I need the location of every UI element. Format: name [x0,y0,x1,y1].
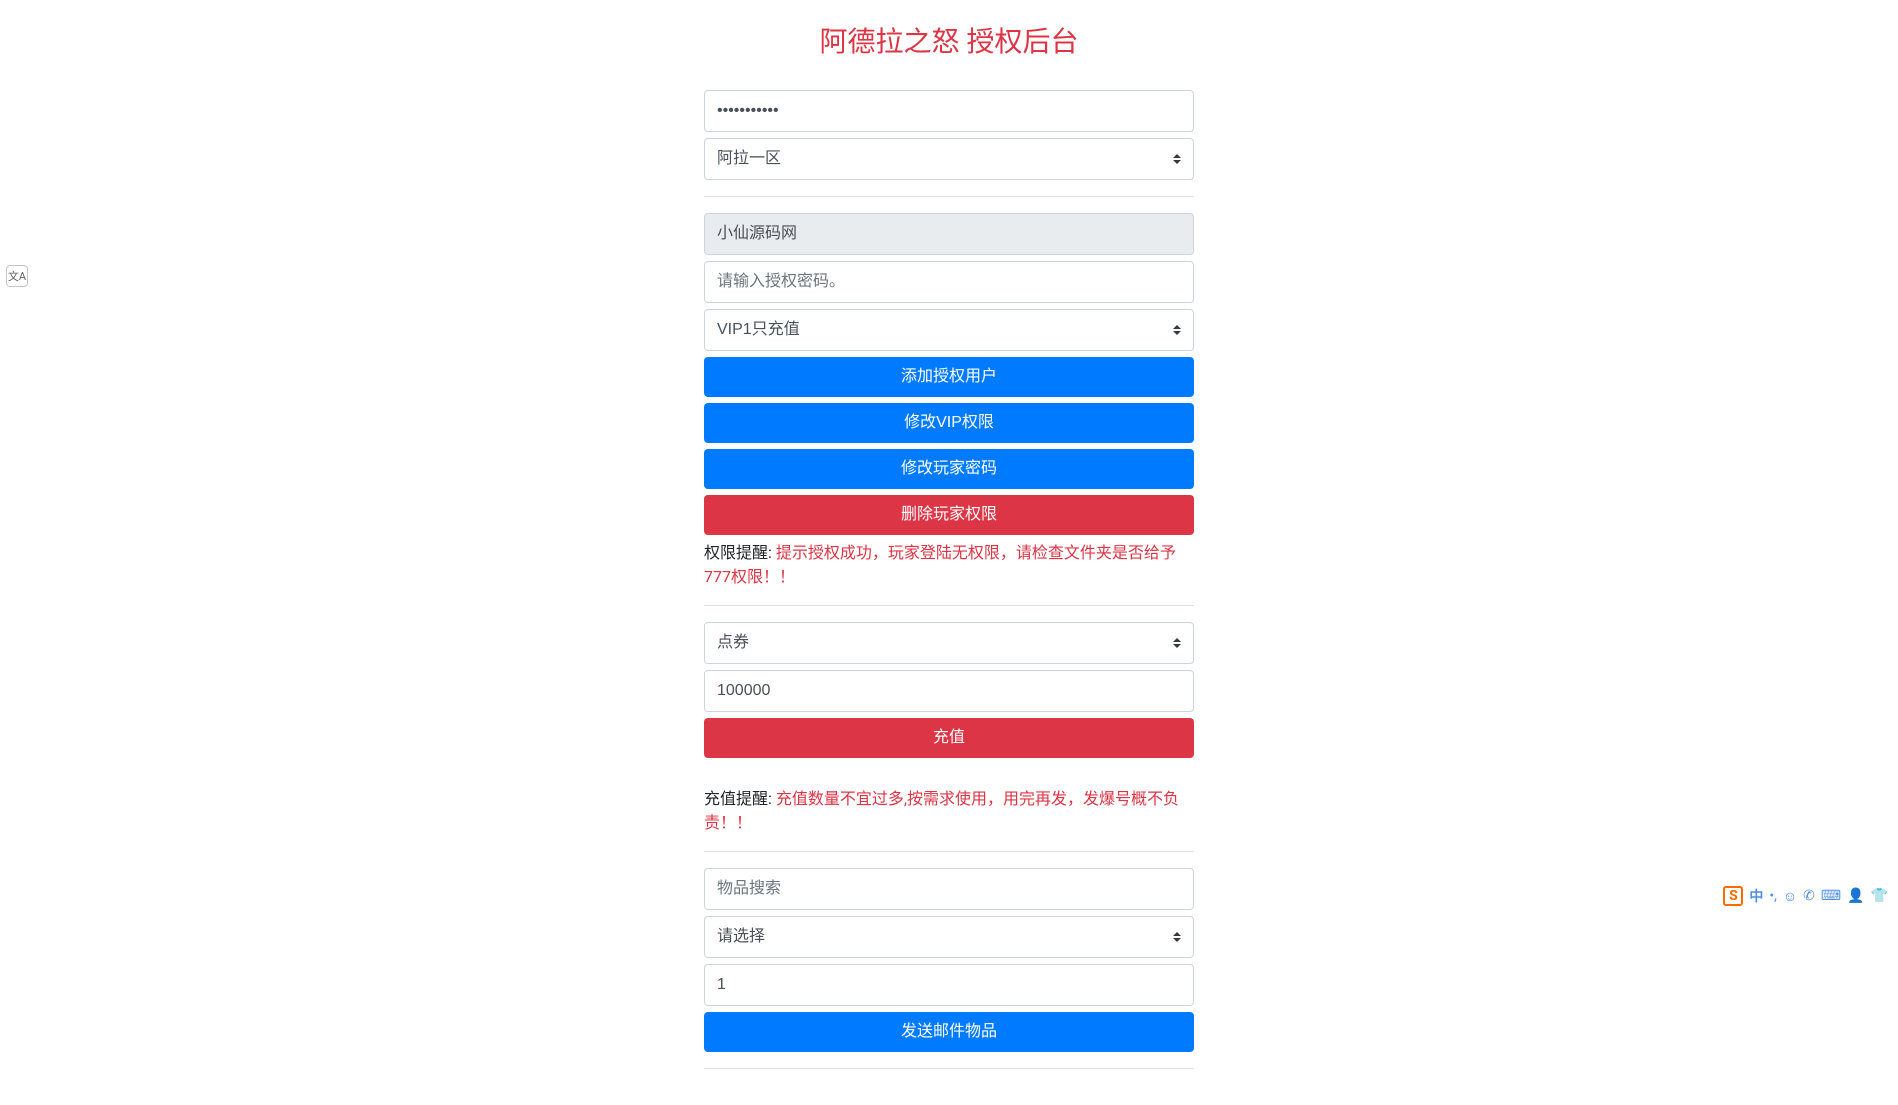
modify-password-button[interactable]: 修改玩家密码 [704,449,1194,489]
add-auth-user-button[interactable]: 添加授权用户 [704,357,1194,397]
divider [704,605,1194,606]
server-select[interactable]: 阿拉一区 [704,138,1194,180]
translate-widget[interactable]: 文A [6,265,28,287]
mail-section: 请选择 发送邮件物品 [704,868,1194,1052]
ime-logo-icon[interactable]: S [1723,886,1743,906]
main-container: 阿德拉之怒 授权后台 阿拉一区 VIP1只充值 添加授权用户 修改VIP权限 修… [704,0,1194,1105]
ime-keyboard-icon[interactable]: ⌨ [1821,888,1841,904]
item-select[interactable]: 请选择 [704,916,1194,958]
divider [704,851,1194,852]
ime-lang-toggle[interactable]: 中 [1749,886,1763,906]
username-input[interactable] [704,213,1194,255]
auth-hint: 权限提醒: 提示授权成功，玩家登陆无权限，请检查文件夹是否给予777权限！！ [704,541,1194,589]
recharge-hint-label: 充值提醒: [704,789,776,808]
auth-code-input[interactable] [704,261,1194,303]
auth-section: VIP1只充值 添加授权用户 修改VIP权限 修改玩家密码 删除玩家权限 权限提… [704,213,1194,589]
server-section: 阿拉一区 [704,90,1194,180]
recharge-hint-text: 充值数量不宜过多,按需求使用，用完再发，发爆号概不负责！！ [704,789,1179,832]
recharge-amount-input[interactable] [704,670,1194,712]
recharge-section: 点券 充值 充值提醒: 充值数量不宜过多,按需求使用，用完再发，发爆号概不负责！… [704,622,1194,835]
page-title: 阿德拉之怒 授权后台 [704,20,1194,60]
ime-toolbar: S 中 •, ☺ ✆ ⌨ 👤 👕 [1723,886,1888,906]
ime-emoji-icon[interactable]: ☺ [1783,888,1797,905]
divider [704,1068,1194,1069]
recharge-button[interactable]: 充值 [704,718,1194,758]
divider [704,196,1194,197]
ime-mic-icon[interactable]: ✆ [1803,888,1815,904]
send-mail-item-button[interactable]: 发送邮件物品 [704,1012,1194,1052]
delete-permission-button[interactable]: 删除玩家权限 [704,495,1194,535]
ime-skin-icon[interactable]: 👕 [1871,888,1888,904]
admin-password-input[interactable] [704,90,1194,132]
item-search-input[interactable] [704,868,1194,910]
translate-icon: 文A [8,268,26,284]
vip-level-select[interactable]: VIP1只充值 [704,309,1194,351]
modify-vip-button[interactable]: 修改VIP权限 [704,403,1194,443]
auth-hint-label: 权限提醒: [704,543,776,562]
recharge-type-select[interactable]: 点券 [704,622,1194,664]
ime-punct-toggle[interactable]: •, [1769,888,1776,904]
ime-user-icon[interactable]: 👤 [1847,888,1864,904]
recharge-hint: 充值提醒: 充值数量不宜过多,按需求使用，用完再发，发爆号概不负责！！ [704,787,1194,835]
item-qty-input[interactable] [704,964,1194,1006]
